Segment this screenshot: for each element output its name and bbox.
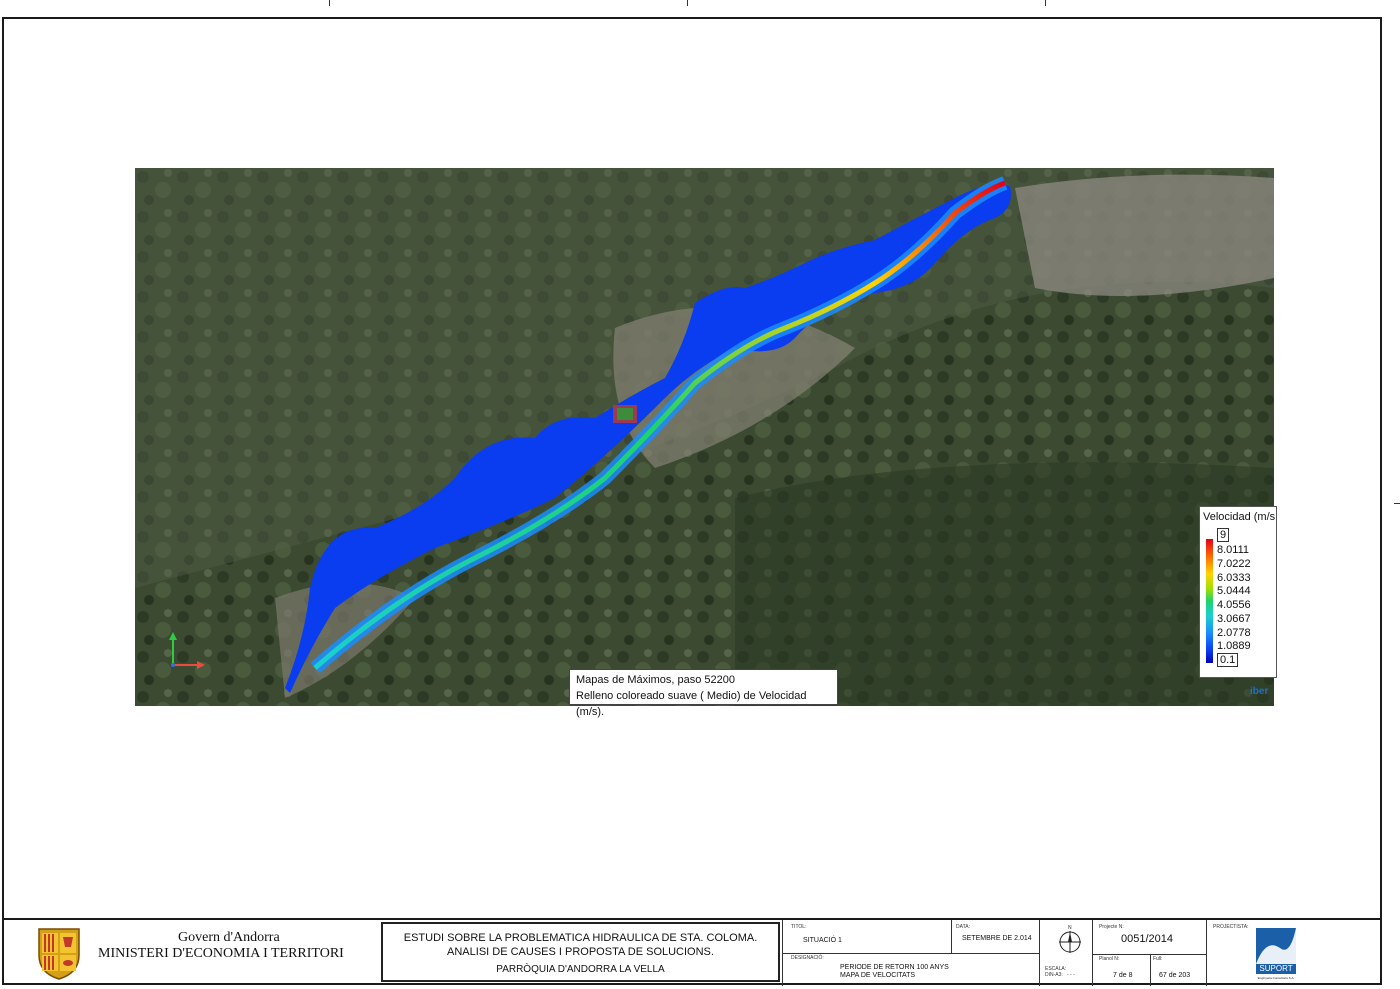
ministry-name: MINISTERI D'ECONOMIA I TERRITORI xyxy=(98,946,344,961)
full-label: Full: xyxy=(1153,956,1163,962)
velocity-map xyxy=(135,168,1274,706)
frame-tick xyxy=(687,0,688,6)
legend-value: 5.0444 xyxy=(1217,585,1251,597)
projectista-label: PROJECTISTA: xyxy=(1213,924,1249,930)
suport-wave-icon xyxy=(1256,928,1296,964)
legend-max: 9 xyxy=(1217,528,1230,542)
frame-tick xyxy=(1394,503,1400,504)
legend-value: 6.0333 xyxy=(1217,572,1251,584)
legend-value: 2.0778 xyxy=(1217,627,1251,639)
titol-value: SITUACIÓ 1 xyxy=(803,937,842,944)
government-name: Govern d'Andorra xyxy=(178,930,280,945)
divider xyxy=(1206,920,1207,986)
designacio-line: MAPA DE VELOCITATS xyxy=(840,972,916,979)
full-value: 67 de 203 xyxy=(1159,972,1191,979)
study-location: PARRÒQUIA D'ANDORRA LA VELLA xyxy=(496,964,665,975)
velocity-legend: Velocidad (m/s 9 8.0111 7.0222 6.0333 5.… xyxy=(1199,506,1277,678)
legend-value: 3.0667 xyxy=(1217,613,1251,625)
divider xyxy=(1092,920,1093,986)
divider xyxy=(1039,920,1040,986)
study-title-line: ESTUDI SOBRE LA PROBLEMATICA HIDRAULICA … xyxy=(403,932,758,944)
titol-label: TITOL: xyxy=(791,924,807,930)
north-label: N xyxy=(1068,925,1072,931)
suport-logo-text: SUPORT xyxy=(1256,964,1296,974)
divider xyxy=(951,920,952,953)
legend-min: 0.1 xyxy=(1217,653,1239,667)
caption-line: Mapas de Máximos, paso 52200 xyxy=(576,674,735,686)
suport-logo xyxy=(1256,928,1296,964)
projecte-value: 0051/2014 xyxy=(1121,933,1173,945)
projecte-label: Projecte N: xyxy=(1099,924,1124,930)
designacio-line: PERIODE DE RETORN 100 ANYS xyxy=(840,964,949,971)
legend-title: Velocidad (m/s xyxy=(1203,511,1276,523)
escala-sub: DIN-A3: xyxy=(1045,972,1063,978)
andorra-coat-of-arms-icon xyxy=(38,928,80,980)
legend-value: 7.0222 xyxy=(1217,558,1251,570)
legend-value: 8.0111 xyxy=(1217,544,1250,556)
study-title-line: ANALISI DE CAUSES I PROPOSTA DE SOLUCION… xyxy=(447,946,714,958)
study-title-box: ESTUDI SOBRE LA PROBLEMATICA HIDRAULICA … xyxy=(381,922,780,982)
planol-label: Planol N: xyxy=(1099,956,1120,962)
frame-tick xyxy=(329,0,330,6)
frame-tick xyxy=(1045,0,1046,6)
data-value: SETEMBRE DE 2.014 xyxy=(962,935,1032,942)
divider xyxy=(1150,954,1151,986)
caption-line: Relleno coloreado suave ( Medio) de Velo… xyxy=(576,690,807,718)
map-image xyxy=(135,168,1274,706)
iber-logo: iber xyxy=(1250,686,1269,697)
planol-value: 7 de 8 xyxy=(1113,972,1133,979)
divider xyxy=(782,953,1039,954)
map-caption: Mapas de Máximos, paso 52200 Relleno col… xyxy=(569,669,838,718)
data-label: DATA: xyxy=(956,924,970,930)
divider xyxy=(1092,954,1206,955)
legend-value: 4.0556 xyxy=(1217,599,1251,611)
legend-color-bar xyxy=(1206,539,1213,663)
suport-logo-sub: Enginyeria Consultoria S.A. xyxy=(1257,976,1295,980)
legend-value: 1.0889 xyxy=(1217,640,1251,652)
escala-value: - - - xyxy=(1067,972,1075,978)
north-arrow-icon xyxy=(1059,931,1081,953)
designacio-label: DESIGNACIÓ: xyxy=(791,955,824,961)
